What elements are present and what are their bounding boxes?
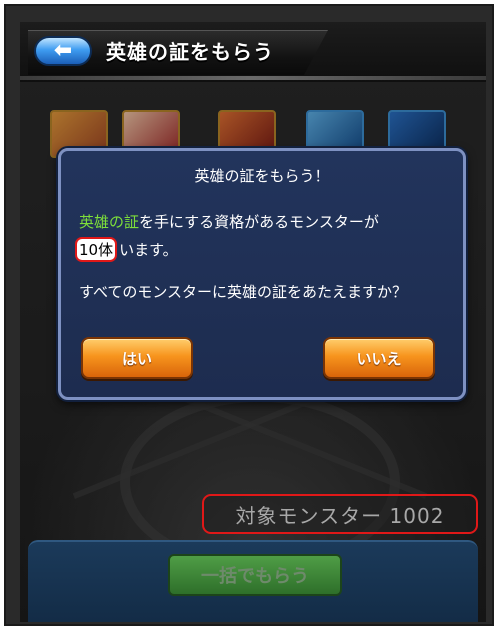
dialog-message-text: います。: [119, 241, 178, 259]
no-button[interactable]: いいえ: [323, 337, 435, 379]
eligible-count-badge: 10体: [75, 237, 118, 262]
confirm-dialog: 英雄の証をもらう！ 英雄の証を手にする資格があるモンスターが 10体 います。 す…: [58, 148, 466, 400]
dialog-question: すべてのモンスターに英雄の証をあたえますか？: [79, 283, 408, 301]
back-button[interactable]: ⬅: [34, 36, 92, 66]
back-arrow-icon: ⬅: [53, 38, 73, 63]
dialog-message-text: を手にする資格があるモンスターが: [139, 213, 379, 231]
dialog-message-line: 英雄の証を手にする資格があるモンスターが: [79, 211, 379, 232]
dialog-title: 英雄の証をもらう！: [194, 167, 330, 185]
yes-button[interactable]: はい: [81, 337, 193, 379]
hero-proof-highlight: 英雄の証: [79, 213, 140, 231]
screenshot-frame: ⬅ 英雄の証をもらう 対象モンスター 1002 一括でもらう 英雄の証をもらう！…: [4, 4, 494, 626]
game-screen: ⬅ 英雄の証をもらう 対象モンスター 1002 一括でもらう 英雄の証をもらう！…: [20, 22, 486, 622]
page-title: 英雄の証をもらう: [106, 40, 274, 64]
bulk-receive-button[interactable]: 一括でもらう: [168, 554, 342, 596]
dialog-message-line: 10体 います。: [75, 237, 178, 262]
header-bar: ⬅ 英雄の証をもらう: [20, 22, 486, 82]
header-divider: [20, 76, 486, 80]
target-monster-count: 対象モンスター 1002: [202, 494, 478, 534]
